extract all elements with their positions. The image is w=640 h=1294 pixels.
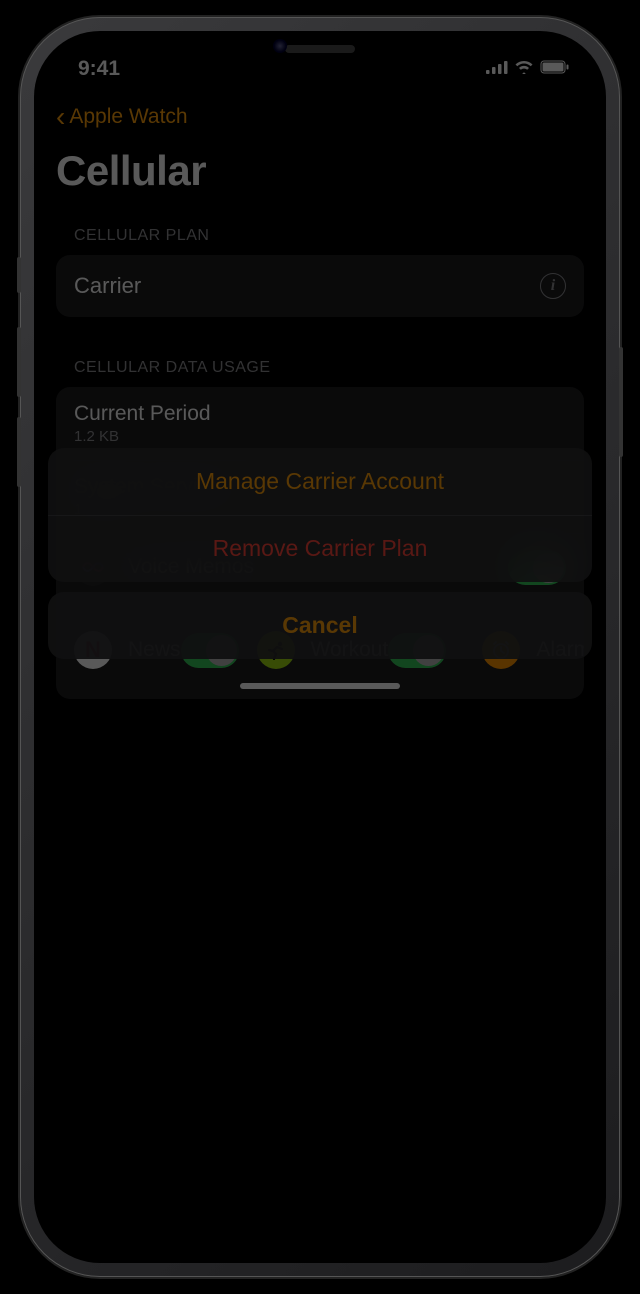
action-sheet-group: Manage Carrier Account Remove Carrier Pl…	[48, 448, 592, 582]
manage-carrier-button[interactable]: Manage Carrier Account	[48, 448, 592, 515]
wifi-icon	[514, 60, 534, 79]
remove-carrier-button[interactable]: Remove Carrier Plan	[48, 515, 592, 582]
page-title: Cellular	[56, 147, 584, 195]
page-content: ‹ Apple Watch Cellular CELLULAR PLAN Car…	[34, 89, 606, 699]
current-period-label: Current Period	[74, 402, 566, 426]
info-icon[interactable]: i	[540, 273, 566, 299]
status-time: 9:41	[70, 57, 120, 81]
mute-switch	[17, 257, 21, 293]
current-period-value: 1.2 KB	[74, 428, 566, 445]
section-header-plan: CELLULAR PLAN	[56, 219, 584, 255]
volume-up-button	[17, 327, 21, 397]
cellular-signal-icon	[486, 60, 508, 79]
power-button	[619, 347, 623, 457]
action-sheet: Manage Carrier Account Remove Carrier Pl…	[34, 448, 606, 699]
carrier-label: Carrier	[74, 273, 540, 299]
phone-frame: 9:41 ‹ Apple Watch Cellular CELLULAR PLA…	[20, 17, 620, 1277]
screen: 9:41 ‹ Apple Watch Cellular CELLULAR PLA…	[34, 31, 606, 1263]
volume-down-button	[17, 417, 21, 487]
cellular-plan-card: Carrier i	[56, 255, 584, 317]
cancel-button[interactable]: Cancel	[48, 592, 592, 659]
battery-icon	[540, 60, 570, 79]
notch	[225, 31, 415, 67]
home-indicator[interactable]	[240, 683, 400, 689]
back-button[interactable]: ‹ Apple Watch	[56, 89, 584, 141]
section-header-usage: CELLULAR DATA USAGE	[56, 351, 584, 387]
back-label: Apple Watch	[69, 105, 187, 129]
chevron-left-icon: ‹	[56, 101, 65, 133]
carrier-row[interactable]: Carrier i	[56, 255, 584, 317]
